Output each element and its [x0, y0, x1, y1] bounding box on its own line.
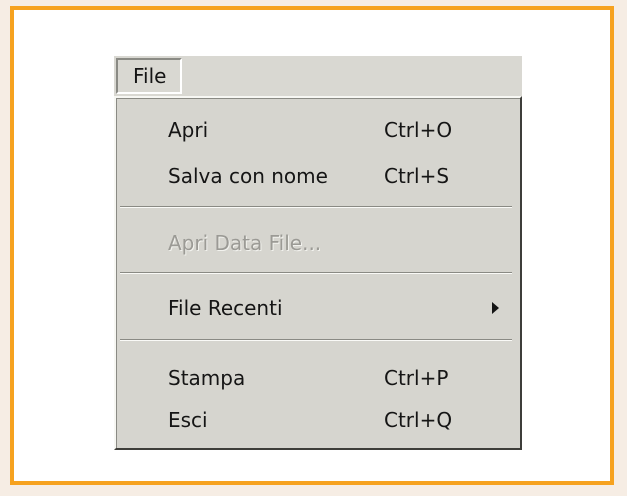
chevron-right-icon: [492, 302, 499, 314]
menu-item-shortcut: Ctrl+O: [384, 118, 453, 142]
menu-item-shortcut: Ctrl+P: [384, 366, 449, 390]
menu-item-label: Apri Data File...: [168, 231, 322, 255]
file-menu-button[interactable]: File: [116, 58, 182, 94]
menu-separator: [120, 339, 512, 341]
menu-item-label: Salva con nome: [168, 164, 328, 188]
menu-item-salva-con-nome[interactable]: Salva con nome Ctrl+S: [116, 156, 520, 196]
menu-item-shortcut: Ctrl+S: [384, 164, 450, 188]
menu-item-shortcut: Ctrl+Q: [384, 408, 453, 432]
menu-separator: [120, 272, 512, 274]
menu-bar: File: [114, 56, 522, 96]
menu-item-file-recenti[interactable]: File Recenti: [116, 288, 520, 328]
menu-item-label: Esci: [168, 408, 208, 432]
menu-item-stampa[interactable]: Stampa Ctrl+P: [116, 358, 520, 398]
menu-item-label: Stampa: [168, 366, 246, 390]
menu-item-apri-data-file: Apri Data File...: [116, 223, 520, 263]
menu-item-esci[interactable]: Esci Ctrl+Q: [116, 400, 520, 440]
menu-item-apri[interactable]: Apri Ctrl+O: [116, 110, 520, 150]
menu-item-label: File Recenti: [168, 296, 283, 320]
menu-item-label: Apri: [168, 118, 209, 142]
file-dropdown-menu: Apri Ctrl+O Salva con nome Ctrl+S Apri D…: [114, 96, 522, 450]
menu-separator: [120, 206, 512, 208]
